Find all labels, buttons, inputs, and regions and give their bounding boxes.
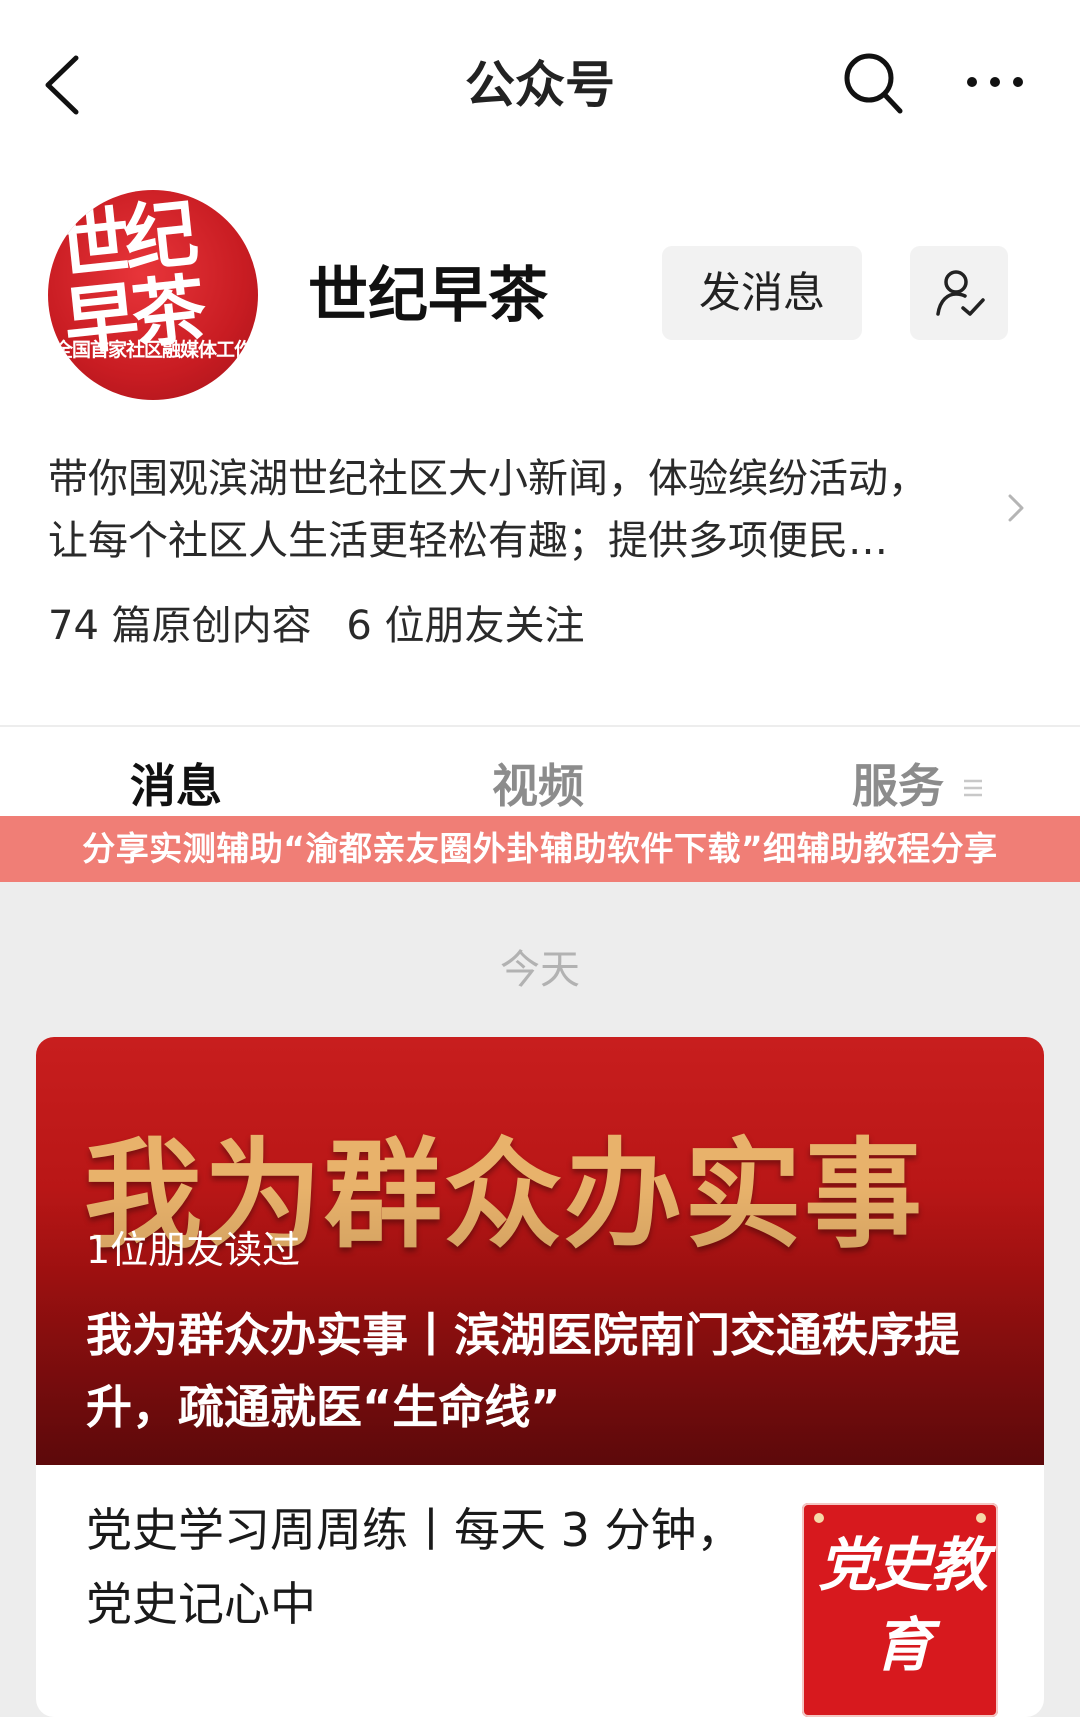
- avatar-logo-subtext: 全国首家社区融媒体工作室: [54, 339, 253, 382]
- description-line: 让每个社区人生活更轻松有趣；提供多项便民…: [48, 518, 888, 564]
- friends-read-label: 1位朋友读过: [86, 1228, 301, 1272]
- navigation-bar: 公众号: [0, 0, 1080, 170]
- send-message-button[interactable]: 发消息: [662, 246, 862, 340]
- account-description[interactable]: 带你围观滨湖世纪社区大小新闻，体验缤纷活动， 让每个社区人生活更轻松有趣；提供多…: [48, 448, 1008, 572]
- thumbnail-decoration: [814, 1513, 824, 1523]
- chevron-right-icon[interactable]: [1004, 488, 1028, 528]
- account-avatar[interactable]: 世纪早茶 全国首家社区融媒体工作室: [48, 190, 258, 400]
- original-count[interactable]: 74 篇原创内容: [48, 603, 312, 649]
- more-dots-icon[interactable]: [964, 62, 1026, 102]
- tab-messages[interactable]: 消息: [130, 751, 222, 821]
- thumbnail-text: 党史教育: [817, 1531, 988, 1679]
- overlay-banner: 分享实测辅助“渝都亲友圈外卦辅助软件下载”细辅助教程分享: [0, 816, 1080, 882]
- account-stats: 74 篇原创内容 6 位朋友关注: [48, 596, 607, 656]
- menu-icon[interactable]: [962, 777, 984, 799]
- thumbnail-decoration: [976, 1513, 986, 1523]
- user-check-icon: [936, 270, 985, 316]
- description-line: 带你围观滨湖世纪社区大小新闻，体验缤纷活动，: [48, 456, 928, 502]
- article-card[interactable]: 我为群众办实事 1位朋友读过 我为群众办实事丨滨湖医院南门交通秩序提升，疏通就医…: [36, 1037, 1044, 1717]
- article-thumbnail[interactable]: 党史教育: [802, 1503, 998, 1717]
- search-icon[interactable]: [842, 50, 904, 116]
- friends-following[interactable]: 6 位朋友关注: [346, 603, 584, 649]
- avatar-logo-text: 世纪早茶: [52, 190, 205, 367]
- follow-status-button[interactable]: [910, 246, 1008, 340]
- account-name: 世纪早茶: [308, 261, 548, 331]
- page-title: 公众号: [465, 56, 615, 114]
- article-title[interactable]: 党史学习周周练丨每天 3 分钟，党史记心中: [86, 1493, 786, 1641]
- tab-services[interactable]: 服务: [852, 751, 944, 821]
- account-header: 公众号 世纪早茶 全国首家社区融媒体工作室 世纪早茶 发消息 带你围观滨湖世纪社…: [0, 0, 1080, 725]
- hero-article[interactable]: 我为群众办实事 1位朋友读过 我为群众办实事丨滨湖医院南门交通秩序提升，疏通就医…: [36, 1037, 1044, 1465]
- hero-article-title: 我为群众办实事丨滨湖医院南门交通秩序提升，疏通就医“生命线”: [86, 1308, 960, 1434]
- date-divider: 今天: [500, 947, 580, 993]
- tab-videos[interactable]: 视频: [492, 751, 584, 821]
